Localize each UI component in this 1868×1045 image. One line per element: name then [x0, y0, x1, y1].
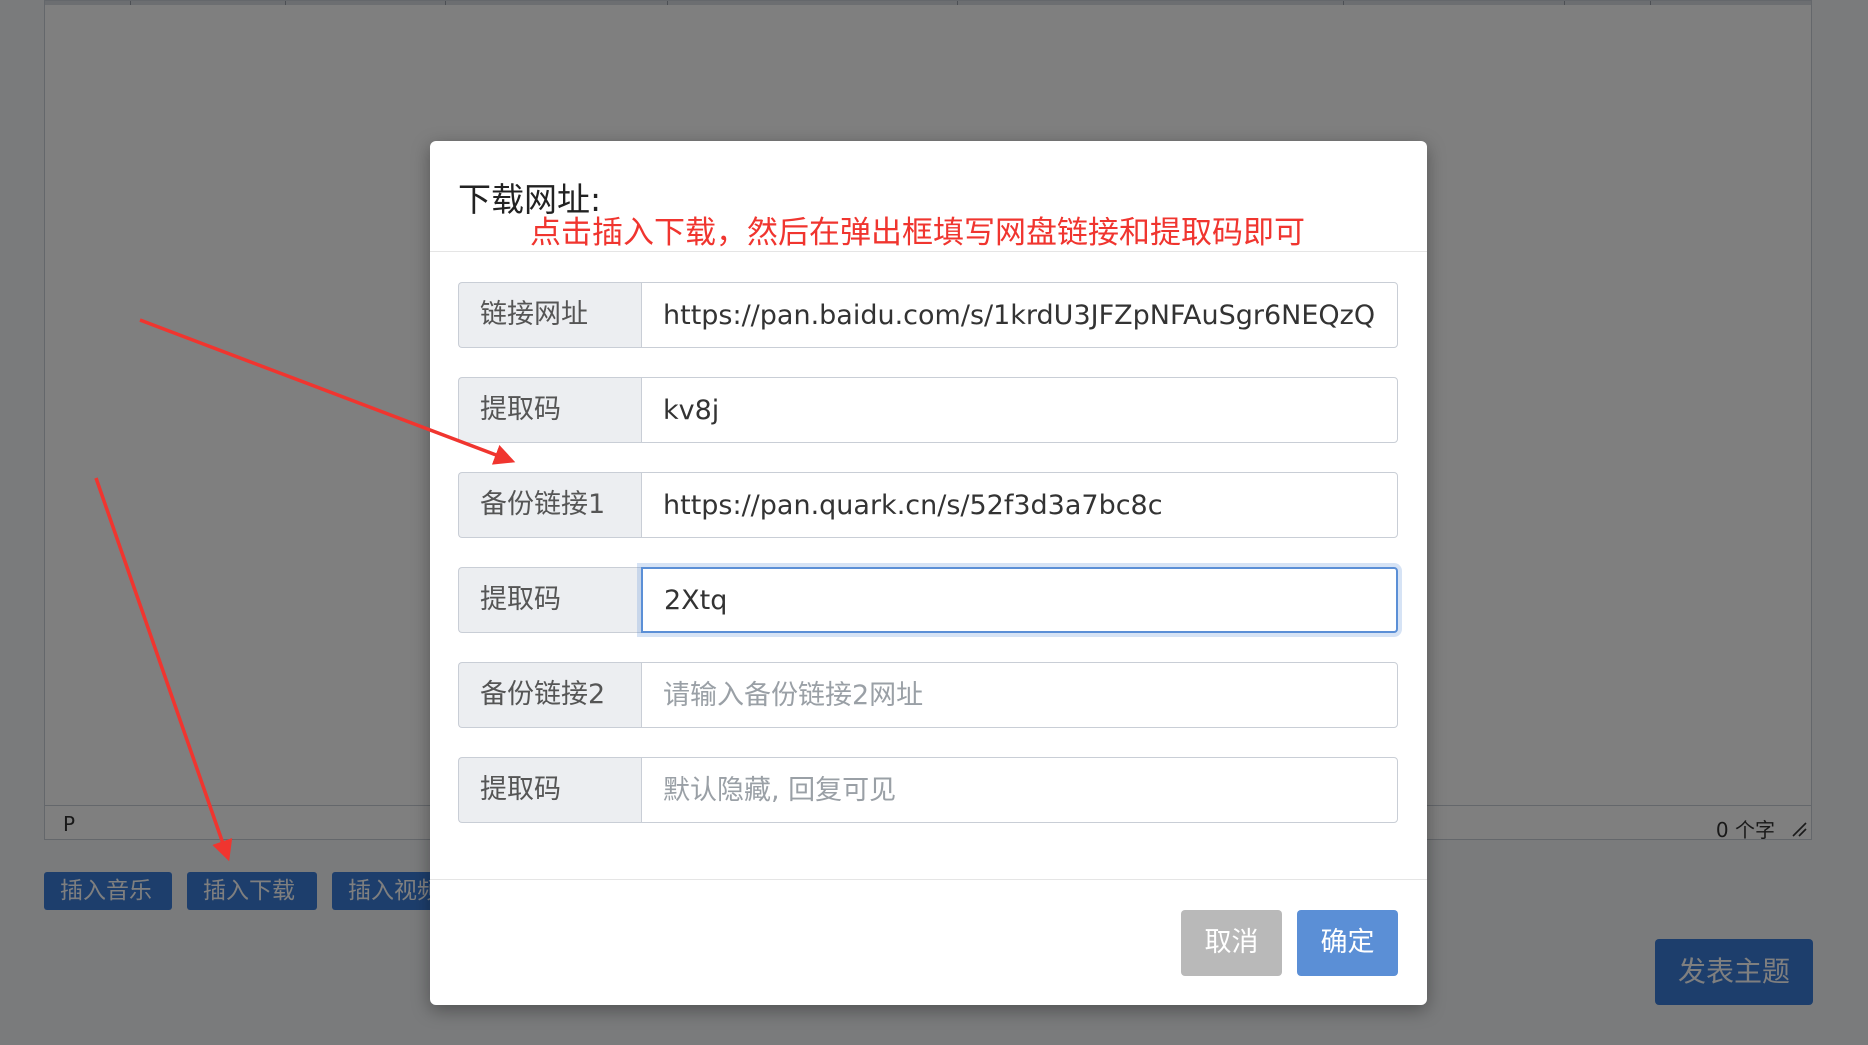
backup-link-2-input[interactable]: [641, 662, 1398, 728]
dialog-header: 下载网址: 点击插入下载，然后在弹出框填写网盘链接和提取码即可: [430, 141, 1427, 252]
field-label: 链接网址: [458, 282, 641, 348]
link-url-input[interactable]: [641, 282, 1398, 348]
backup-code-2-input[interactable]: [641, 757, 1398, 823]
field-label: 提取码: [458, 567, 641, 633]
cancel-button[interactable]: 取消: [1181, 910, 1282, 976]
field-label: 提取码: [458, 377, 641, 443]
field-backup-code-1: 提取码: [458, 567, 1398, 633]
field-extract-code: 提取码: [458, 377, 1398, 443]
confirm-button[interactable]: 确定: [1297, 910, 1398, 976]
backup-code-1-input[interactable]: [641, 567, 1398, 633]
backup-link-1-input[interactable]: [641, 472, 1398, 538]
download-link-dialog: 下载网址: 点击插入下载，然后在弹出框填写网盘链接和提取码即可 链接网址 提取码…: [430, 141, 1427, 1005]
page: P 0 个字 插入音乐 插入下载 插入视频 发表主题 下载网址: 点击插入下载，…: [0, 0, 1868, 1045]
field-link-url: 链接网址: [458, 282, 1398, 348]
annotation-text: 点击插入下载，然后在弹出框填写网盘链接和提取码即可: [530, 215, 1305, 251]
extract-code-input[interactable]: [641, 377, 1398, 443]
dialog-footer: 取消 确定: [430, 879, 1427, 1005]
field-backup-link-2: 备份链接2: [458, 662, 1398, 728]
field-label: 备份链接2: [458, 662, 641, 728]
field-label: 备份链接1: [458, 472, 641, 538]
field-backup-link-1: 备份链接1: [458, 472, 1398, 538]
field-backup-code-2: 提取码: [458, 757, 1398, 823]
field-label: 提取码: [458, 757, 641, 823]
